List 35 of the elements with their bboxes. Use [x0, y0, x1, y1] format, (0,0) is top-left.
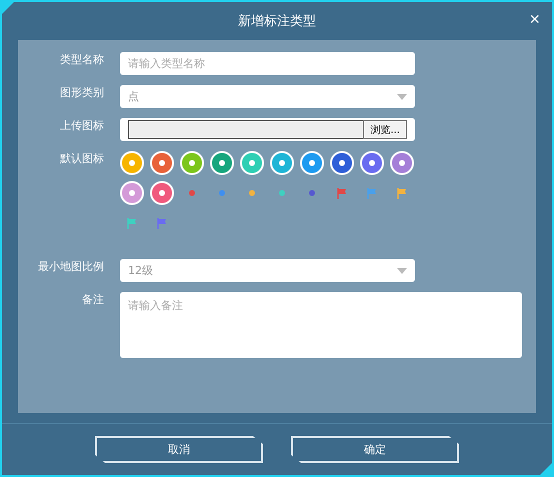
caret-icon [397, 94, 407, 100]
name-input[interactable]: 请输入类型名称 [120, 52, 415, 75]
marker-icon[interactable] [180, 151, 204, 175]
marker-icon[interactable] [150, 181, 174, 205]
cancel-button[interactable]: 取消 [95, 436, 263, 463]
confirm-button[interactable]: 确定 [291, 436, 459, 463]
field-label: 上传图标 [59, 118, 104, 134]
dot-icon[interactable] [219, 190, 225, 196]
field-label: 最小地图比例 [37, 259, 104, 275]
dot-icon[interactable] [279, 190, 285, 196]
field-label: 类型名称 [59, 52, 104, 68]
file-input[interactable]: 浏览... [120, 118, 415, 141]
remark-textarea[interactable]: 请输入备注 [120, 292, 522, 358]
flag-icon[interactable] [397, 188, 407, 198]
marker-icon[interactable] [210, 151, 234, 175]
dot-icon[interactable] [249, 190, 255, 196]
field-label: 图形类别 [59, 85, 104, 101]
dialog-title: 新增标注类型 [238, 13, 316, 30]
marker-icon[interactable] [300, 151, 324, 175]
marker-icon[interactable] [150, 151, 174, 175]
flag-icon[interactable] [127, 218, 137, 228]
marker-icon[interactable] [270, 151, 294, 175]
close-button[interactable]: × [527, 10, 542, 28]
dot-icon[interactable] [189, 190, 195, 196]
marker-icon[interactable] [360, 151, 384, 175]
field-label: 默认图标 [59, 151, 104, 167]
marker-icon[interactable] [240, 151, 264, 175]
caret-icon [397, 268, 407, 274]
marker-icon[interactable] [120, 151, 144, 175]
marker-icon[interactable] [330, 151, 354, 175]
marker-icon[interactable] [120, 181, 144, 205]
marker-icon[interactable] [390, 151, 414, 175]
dot-icon[interactable] [309, 190, 315, 196]
browse-button[interactable]: 浏览... [363, 120, 407, 139]
field-label: 备注 [81, 292, 104, 308]
